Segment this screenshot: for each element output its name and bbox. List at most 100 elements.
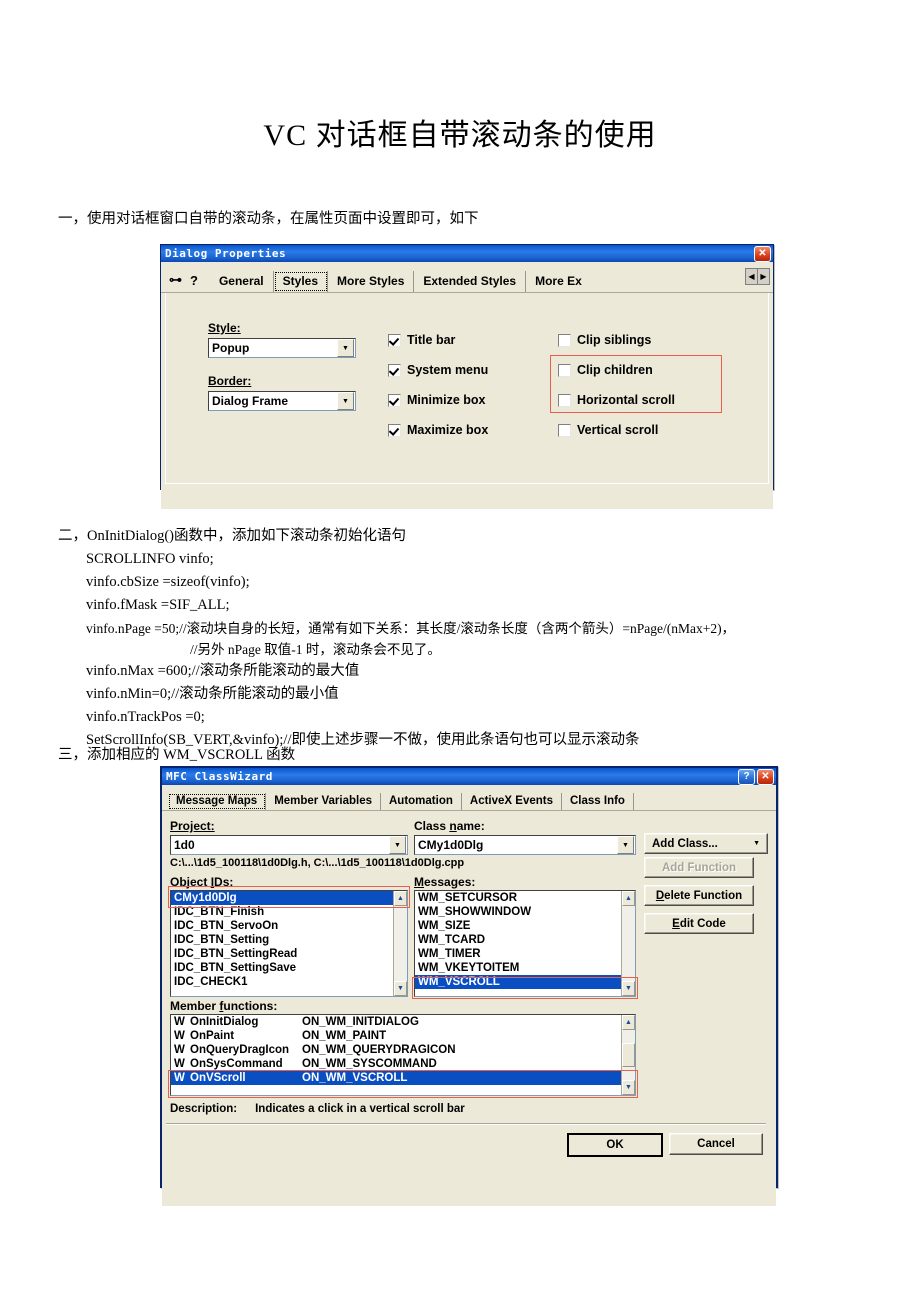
list-item[interactable]: IDC_BTN_SettingRead [171, 947, 393, 961]
list-item[interactable]: IDC_BTN_Finish [171, 905, 393, 919]
list-item[interactable]: WM_SETCURSOR [415, 891, 621, 905]
messages-scrollbar[interactable]: ▲ ▼ [621, 891, 635, 996]
tab-scroll-arrows[interactable]: ◀ ▶ [745, 268, 770, 285]
dialog-properties-window[interactable]: Dialog Properties ✕ ⊶ ? General Styles M… [160, 244, 774, 509]
list-item[interactable]: WM_SHOWWINDOW [415, 905, 621, 919]
chevron-down-icon[interactable]: ▼ [337, 339, 354, 357]
list-item[interactable]: WM_TCARD [415, 933, 621, 947]
list-item[interactable]: IDC_BTN_ServoOn [171, 919, 393, 933]
checkbox-box[interactable] [558, 393, 571, 407]
checkbox-system-menu[interactable]: System menu [388, 355, 488, 385]
tab-scroll-left-icon[interactable]: ◀ [746, 269, 758, 284]
tab-activex-events[interactable]: ActiveX Events [462, 793, 562, 810]
close-icon[interactable]: ✕ [754, 245, 771, 262]
border-combobox[interactable]: Dialog Frame ▼ [208, 391, 356, 411]
function-name: OnPaint [190, 1030, 235, 1042]
checkbox-title-bar[interactable]: Title bar [388, 325, 488, 355]
scroll-down-icon[interactable]: ▼ [394, 981, 407, 996]
list-item[interactable]: WM_SIZE [415, 919, 621, 933]
class-wizard-tabstrip[interactable]: Message Maps Member Variables Automation… [162, 788, 776, 811]
tab-message-maps[interactable]: Message Maps [168, 793, 267, 810]
scroll-up-icon[interactable]: ▲ [394, 891, 407, 906]
tab-member-variables[interactable]: Member Variables [266, 793, 381, 810]
checkbox-box[interactable] [388, 423, 401, 437]
project-value: 1d0 [174, 838, 195, 852]
help-icon[interactable]: ? [738, 768, 755, 785]
list-item[interactable]: WM_TIMER [415, 947, 621, 961]
code-line-8: vinfo.nTrackPos =0; [86, 709, 205, 725]
messages-listbox[interactable]: WM_SETCURSOR WM_SHOWWINDOW WM_SIZE WM_TC… [414, 890, 636, 997]
add-function-button[interactable]: Add Function [644, 857, 754, 878]
ok-button[interactable]: OK [567, 1133, 663, 1157]
list-item[interactable]: W OnInitDialog ON_WM_INITDIALOG [171, 1015, 621, 1029]
scrollbar-thumb[interactable] [622, 1043, 635, 1067]
list-item[interactable]: CMy1d0Dlg [171, 891, 393, 905]
tab-extended-styles[interactable]: Extended Styles [414, 271, 527, 292]
checkbox-maximize-box[interactable]: Maximize box [388, 415, 488, 445]
checkbox-box[interactable] [558, 363, 571, 377]
delete-function-button[interactable]: Delete Function [644, 885, 754, 906]
dialog-properties-tabstrip[interactable]: ⊶ ? General Styles More Styles Extended … [161, 265, 773, 293]
tab-more-ex[interactable]: More Ex [526, 271, 591, 292]
member-functions-scrollbar[interactable]: ▲ ▼ [621, 1015, 635, 1095]
project-combobox[interactable]: 1d0 ▼ [170, 835, 408, 855]
tab-automation[interactable]: Automation [381, 793, 462, 810]
pushpin-icon[interactable]: ⊶ [169, 272, 182, 288]
class-wizard-titlebar[interactable]: MFC ClassWizard ? ✕ [162, 768, 776, 785]
style-label: Style: [208, 321, 241, 335]
cancel-button[interactable]: Cancel [669, 1133, 763, 1155]
list-item[interactable]: WM_VSCROLL [415, 975, 621, 989]
checkbox-box[interactable] [388, 393, 401, 407]
list-item[interactable]: IDC_CHECK1 [171, 975, 393, 989]
list-item[interactable]: IDC_BTN_SettingSave [171, 961, 393, 975]
code-line-3: vinfo.fMask =SIF_ALL; [86, 597, 230, 613]
checkbox-box[interactable] [388, 363, 401, 377]
checkbox-clip-siblings[interactable]: Clip siblings [558, 325, 675, 355]
checkbox-vertical-scroll[interactable]: Vertical scroll [558, 415, 675, 445]
list-item[interactable]: IDC_BTN_Setting [171, 933, 393, 947]
tab-more-styles[interactable]: More Styles [328, 271, 415, 292]
chevron-down-icon[interactable]: ▼ [337, 392, 354, 410]
list-item[interactable]: W OnVScroll ON_WM_VSCROLL [171, 1071, 621, 1085]
list-item[interactable]: W OnPaint ON_WM_PAINT [171, 1029, 621, 1043]
object-ids-label: Object IDs: [170, 875, 234, 889]
class-wizard-window[interactable]: MFC ClassWizard ? ✕ Message Maps Member … [160, 766, 778, 1206]
tab-scroll-right-icon[interactable]: ▶ [758, 269, 769, 284]
class-name-label: Class name: [414, 819, 485, 833]
checkbox-horizontal-scroll[interactable]: Horizontal scroll [558, 385, 675, 415]
tab-general[interactable]: General [210, 271, 274, 292]
question-icon[interactable]: ? [190, 273, 198, 288]
checkbox-box[interactable] [388, 333, 401, 347]
border-value: Dialog Frame [212, 394, 289, 408]
scroll-up-icon[interactable]: ▲ [622, 1015, 635, 1030]
checkbox-label: Maximize box [407, 423, 489, 437]
dialog-properties-titlebar[interactable]: Dialog Properties ✕ [161, 245, 773, 262]
member-functions-listbox[interactable]: W OnInitDialog ON_WM_INITDIALOG W OnPain… [170, 1014, 636, 1096]
checkbox-label: Title bar [407, 333, 456, 347]
list-item[interactable]: WM_VKEYTOITEM [415, 961, 621, 975]
function-message: ON_WM_SYSCOMMAND [302, 1058, 437, 1070]
scroll-up-icon[interactable]: ▲ [622, 891, 635, 906]
function-mark: W [174, 1016, 185, 1028]
tab-class-info[interactable]: Class Info [562, 793, 634, 810]
object-ids-scrollbar[interactable]: ▲ ▼ [393, 891, 407, 996]
checkbox-minimize-box[interactable]: Minimize box [388, 385, 488, 415]
close-icon[interactable]: ✕ [757, 768, 774, 785]
checkbox-box[interactable] [558, 423, 571, 437]
chevron-down-icon[interactable]: ▼ [389, 836, 406, 854]
object-ids-listbox[interactable]: CMy1d0Dlg IDC_BTN_Finish IDC_BTN_ServoOn… [170, 890, 408, 997]
code-line-2: vinfo.cbSize =sizeof(vinfo); [86, 574, 250, 590]
checkbox-clip-children[interactable]: Clip children [558, 355, 675, 385]
chevron-down-icon[interactable]: ▼ [753, 840, 760, 847]
class-name-combobox[interactable]: CMy1d0Dlg ▼ [414, 835, 636, 855]
chevron-down-icon[interactable]: ▼ [617, 836, 634, 854]
add-class-button[interactable]: Add Class... ▼ [644, 833, 768, 854]
checkbox-box[interactable] [558, 333, 571, 347]
scroll-down-icon[interactable]: ▼ [622, 981, 635, 996]
list-item[interactable]: W OnQueryDragIcon ON_WM_QUERYDRAGICON [171, 1043, 621, 1057]
list-item[interactable]: W OnSysCommand ON_WM_SYSCOMMAND [171, 1057, 621, 1071]
style-combobox[interactable]: Popup ▼ [208, 338, 356, 358]
tab-styles[interactable]: Styles [273, 271, 329, 292]
edit-code-button[interactable]: Edit Code [644, 913, 754, 934]
scroll-down-icon[interactable]: ▼ [622, 1080, 635, 1095]
